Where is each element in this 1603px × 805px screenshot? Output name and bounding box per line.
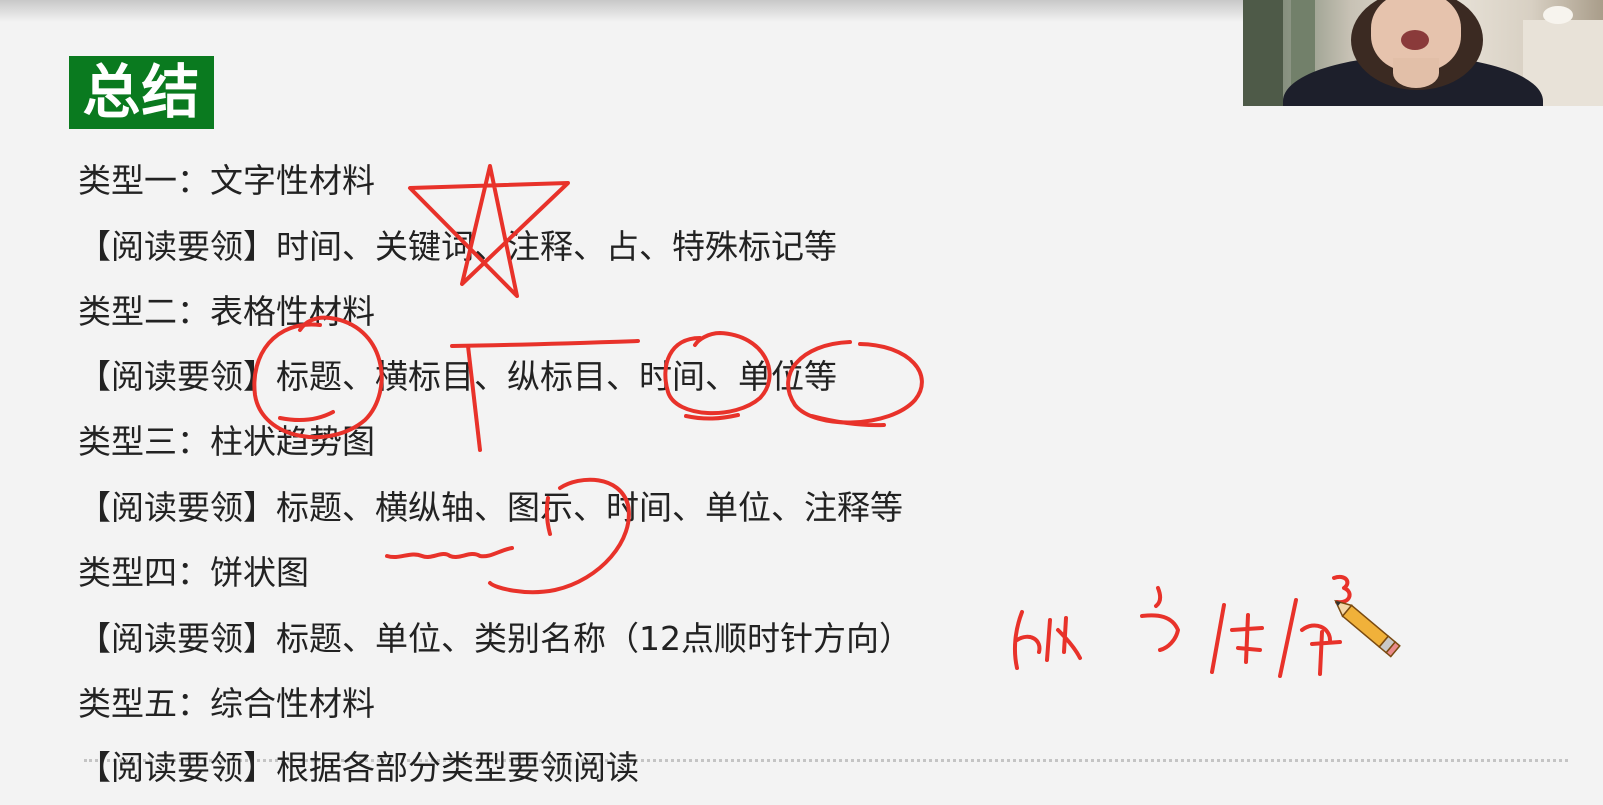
webcam-window-left (1243, 0, 1283, 106)
type-3-title: 类型三：柱状趋势图 (78, 422, 375, 461)
ink-t-horizontal (450, 339, 640, 348)
ink-underline-axis (385, 546, 514, 559)
ink-underline-time (684, 413, 740, 421)
ink-scribble-slash1 (1210, 603, 1226, 674)
type-3-reading-points: 【阅读要领】标题、横纵轴、图示、时间、单位、注释等 (78, 488, 903, 527)
type-2-reading-points: 【阅读要领】标题、横标目、纵标目、时间、单位等 (78, 357, 837, 396)
summary-badge: 总结 (69, 56, 214, 129)
ink-scribble-bing (1012, 610, 1082, 670)
type-1-title: 类型一：文字性材料 (78, 161, 375, 200)
type-1-reading-points: 【阅读要领】时间、关键词、注释、占、特殊标记等 (78, 227, 837, 266)
top-shadow (0, 0, 1250, 22)
ink-scribble-superscript3 (1332, 575, 1352, 605)
ink-scribble-number (1140, 586, 1180, 652)
ink-scribble-char2 (1300, 623, 1342, 676)
ink-scribble-char1 (1230, 613, 1264, 664)
type-2-title: 类型二：表格性材料 (78, 292, 375, 331)
webcam-lamp (1543, 6, 1573, 24)
pencil-icon (1334, 599, 1401, 658)
presenter-mouth (1401, 30, 1429, 50)
type-4-title: 类型四：饼状图 (78, 553, 309, 592)
ink-underline-title (278, 410, 335, 422)
ink-scribble-slash2 (1278, 598, 1298, 678)
presenter-webcam (1243, 0, 1603, 106)
type-5-title: 类型五：综合性材料 (78, 684, 375, 723)
ink-underline-unit (810, 414, 886, 428)
type-5-reading-points: 【阅读要领】根据各部分类型要领阅读 (78, 748, 639, 787)
presenter-neck (1393, 58, 1439, 88)
type-4-reading-points: 【阅读要领】标题、单位、类别名称（12点顺时针方向） (78, 619, 912, 658)
